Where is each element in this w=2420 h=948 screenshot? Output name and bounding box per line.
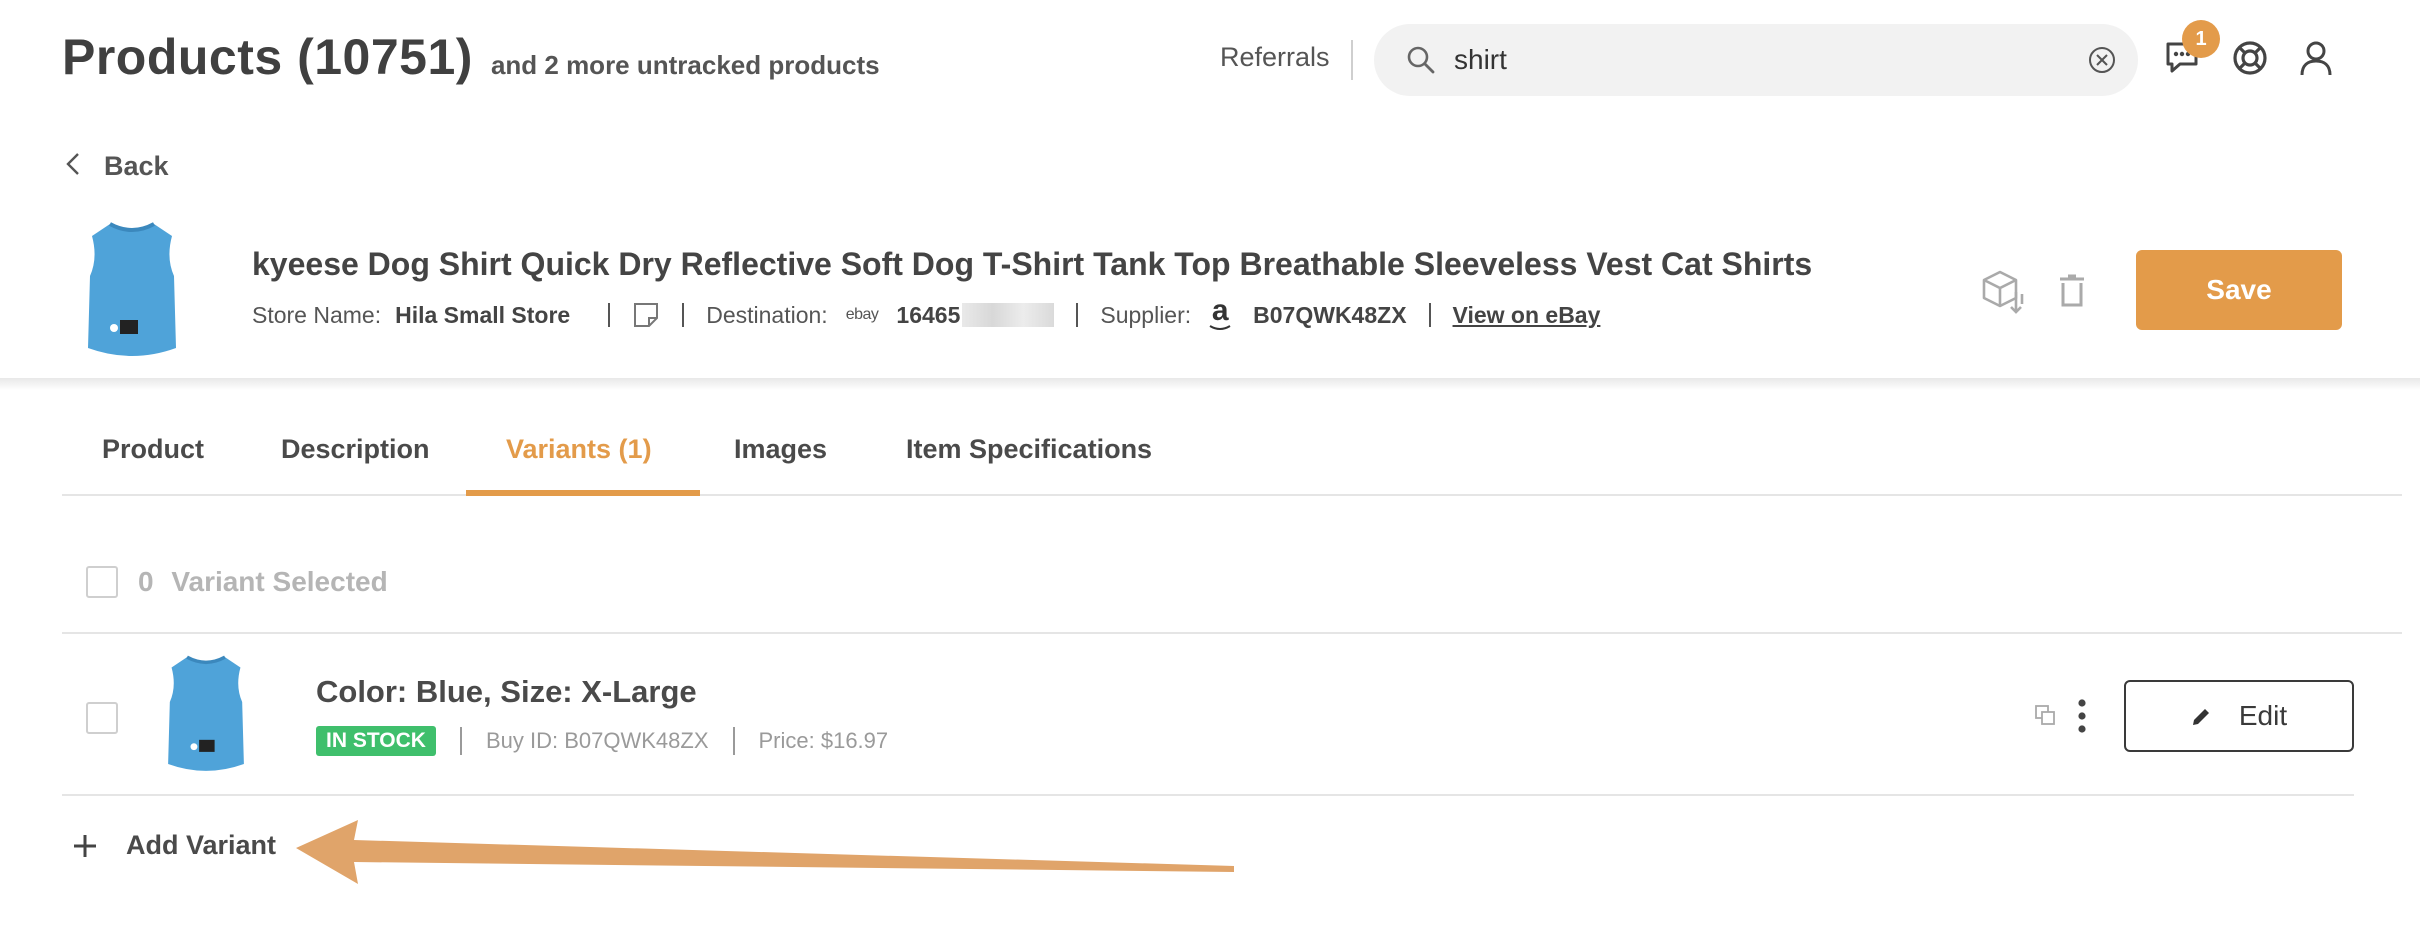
divider: [1076, 303, 1079, 327]
search-icon: [1406, 45, 1436, 80]
product-meta: Store Name: Hila Small Store Destination…: [252, 294, 1601, 332]
variant-selected-count: 0 Variant Selected: [138, 566, 388, 598]
header-divider: [1351, 40, 1353, 80]
add-variant-button[interactable]: Add Variant: [72, 830, 276, 861]
redacted-id-blur: [962, 303, 1055, 327]
note-icon[interactable]: [632, 301, 660, 329]
selected-label: Variant Selected: [171, 566, 388, 597]
referrals-link[interactable]: Referrals: [1220, 42, 1330, 73]
delete-trash-icon[interactable]: [2058, 274, 2086, 313]
variant-title: Color: Blue, Size: X-Large: [316, 674, 697, 709]
add-variant-label: Add Variant: [126, 830, 277, 860]
back-label: Back: [104, 151, 169, 181]
duplicate-icon[interactable]: [2034, 704, 2056, 731]
variant-buy-id: Buy ID: B07QWK48ZX: [485, 728, 709, 753]
page-title: Products (10751) and 2 more untracked pr…: [62, 28, 880, 86]
divider: [608, 303, 611, 327]
store-name-label: Store Name:: [252, 301, 382, 328]
tab-variants[interactable]: Variants (1): [506, 434, 652, 465]
more-options-icon[interactable]: [2076, 698, 2088, 739]
search-input[interactable]: [1454, 38, 2054, 82]
help-lifebuoy-icon[interactable]: [2230, 38, 2270, 83]
variant-meta: IN STOCK Buy ID: B07QWK48ZX Price: $16.9…: [316, 726, 888, 756]
destination-label: Destination:: [706, 301, 828, 328]
plus-icon: [72, 833, 98, 859]
view-on-ebay-link[interactable]: View on eBay: [1453, 302, 1601, 329]
shipping-box-icon[interactable]: [1980, 268, 2028, 321]
destination-id: 16465: [896, 301, 961, 328]
variant-checkbox[interactable]: [86, 702, 118, 734]
tab-description[interactable]: Description: [281, 434, 430, 465]
select-all-checkbox[interactable]: [86, 566, 118, 598]
clear-search-icon[interactable]: [2088, 46, 2116, 79]
annotation-arrow: [296, 820, 1234, 884]
save-button[interactable]: Save: [2136, 250, 2342, 330]
tab-product[interactable]: Product: [102, 434, 204, 465]
variant-price: Price: $16.97: [758, 728, 889, 753]
variant-thumbnail: [160, 652, 252, 781]
divider: [62, 632, 2402, 634]
divider: [459, 727, 462, 755]
ebay-logo-icon: ebay: [845, 306, 879, 323]
tab-images[interactable]: Images: [734, 434, 827, 465]
pencil-icon: [2191, 705, 2213, 727]
selected-count: 0: [138, 566, 154, 597]
search-bar[interactable]: [1374, 24, 2138, 96]
divider: [732, 727, 735, 755]
divider: [682, 303, 685, 327]
edit-variant-button[interactable]: Edit: [2124, 680, 2354, 752]
store-name-value: Hila Small Store: [395, 301, 571, 328]
chevron-left-icon: [64, 150, 82, 183]
edit-label: Edit: [2238, 700, 2288, 731]
header-shadow: [0, 378, 2420, 390]
supplier-id: B07QWK48ZX: [1253, 301, 1407, 328]
product-name: kyeese Dog Shirt Quick Dry Reflective So…: [252, 246, 1813, 282]
notification-badge: 1: [2182, 20, 2220, 58]
tab-item-specifications[interactable]: Item Specifications: [906, 434, 1152, 465]
amazon-logo-icon: a: [1209, 294, 1231, 330]
divider: [1428, 303, 1431, 327]
page-title-text: Products (10751): [62, 29, 473, 85]
in-stock-badge: IN STOCK: [316, 726, 436, 756]
back-button[interactable]: Back: [64, 150, 169, 183]
divider: [62, 794, 2354, 796]
product-thumbnail: [80, 218, 184, 367]
user-account-icon[interactable]: [2296, 38, 2336, 83]
untracked-products-note: and 2 more untracked products: [490, 50, 880, 80]
product-tabs: Product Description Variants (1) Images …: [62, 406, 2402, 496]
supplier-label: Supplier:: [1100, 301, 1192, 328]
active-tab-indicator: [466, 490, 700, 496]
